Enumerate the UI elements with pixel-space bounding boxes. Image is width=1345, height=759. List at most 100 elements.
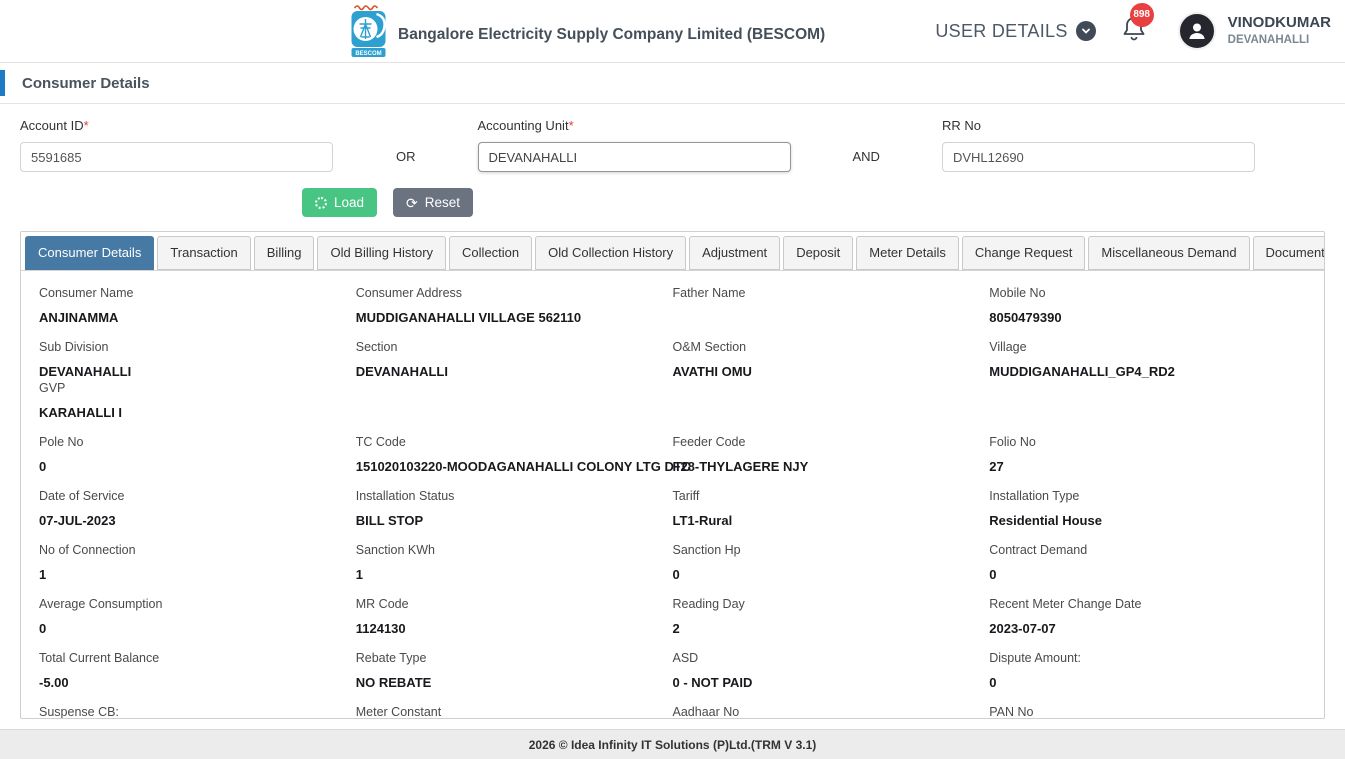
field-label: Consumer Address xyxy=(355,286,463,300)
field-mr-code: MR Code 1124130 xyxy=(356,584,673,638)
details-row: No of Connection 1 Sanction KWh 1 Sanction H… xyxy=(39,530,1306,584)
top-header: BESCOM Bangalore Electricity Supply Comp… xyxy=(0,0,1345,62)
field-value: Residential House xyxy=(989,513,1102,528)
field-tariff: Tariff LT1-Rural xyxy=(673,476,990,530)
accounting-unit-label: Accounting Unit* xyxy=(477,118,574,133)
field-value: 1 xyxy=(355,567,363,582)
account-id-label: Account ID* xyxy=(20,118,89,133)
field-folio-no: Folio No 27 xyxy=(989,422,1306,476)
field-value: 8050479390 xyxy=(989,310,1062,325)
field-meter-constant: Meter Constant xyxy=(356,692,673,718)
tab-transaction[interactable]: Transaction xyxy=(157,236,251,270)
rr-no-input[interactable] xyxy=(941,142,1255,172)
field-label: O&M Section xyxy=(672,340,747,354)
field-value: NO REBATE xyxy=(355,675,432,690)
tab-documents[interactable]: Documents xyxy=(1252,236,1324,270)
tab-miscellaneous-demand[interactable]: Miscellaneous Demand xyxy=(1088,236,1250,270)
tab-adjustment[interactable]: Adjustment xyxy=(689,236,781,270)
field-label: Sanction Hp xyxy=(672,543,741,557)
field-value: 0 - NOT PAID xyxy=(672,675,753,690)
chevron-down-icon xyxy=(1075,21,1096,41)
field-contract-demand: Contract Demand 0 xyxy=(989,530,1306,584)
reset-button[interactable]: ⟳ Reset xyxy=(393,188,474,217)
tab-meter-details[interactable]: Meter Details xyxy=(856,236,959,270)
field-value: 1124130 xyxy=(355,621,406,636)
field-label: Average Consumption xyxy=(39,597,163,611)
field-value: 2023-07-07 xyxy=(989,621,1056,636)
field-label: Father Name xyxy=(672,286,746,300)
field-value: 0 xyxy=(989,567,997,582)
field-label: Installation Type xyxy=(989,489,1080,503)
or-label: OR xyxy=(396,148,416,164)
field-suspense-cb: Suspense CB: xyxy=(39,692,356,719)
accent-bar xyxy=(0,70,5,96)
field-label: Suspense CB: xyxy=(39,705,119,719)
field-label: Contract Demand xyxy=(989,543,1088,557)
tab-change-request[interactable]: Change Request xyxy=(961,236,1086,270)
field-no-of-connection: No of Connection 1 xyxy=(39,530,356,584)
field-village: Village MUDDIGANAHALLI_GP4_RD2 xyxy=(989,327,1306,422)
field-label: Mobile No xyxy=(989,286,1046,300)
details-row: Average Consumption 0 MR Code 1124130 Readin… xyxy=(39,584,1306,638)
field-sub-division: Sub Division DEVANAHALLI GVP KARAHALLI I xyxy=(39,327,356,422)
field-value xyxy=(673,310,980,325)
field-label: Recent Meter Change Date xyxy=(989,597,1142,611)
field-sanction-kwh: Sanction KWh 1 xyxy=(356,530,673,584)
rr-no-label: RR No xyxy=(941,118,981,133)
field-label: Tariff xyxy=(672,489,700,503)
details-grid: Consumer Name ANJINAMMA Consumer Address MU… xyxy=(21,271,1324,719)
spinner-icon xyxy=(314,196,327,209)
avatar[interactable] xyxy=(1177,12,1216,50)
field-label: Total Current Balance xyxy=(39,651,160,665)
field-label: Feeder Code xyxy=(672,435,746,449)
details-row: Suspense CB: Meter Constant Aadhaar No PAN … xyxy=(39,692,1306,719)
field-value: ANJINAMMA xyxy=(39,310,119,325)
user-details-dropdown[interactable]: USER DETAILS xyxy=(935,21,1096,42)
footer: 2026 © Idea Infinity IT Solutions (P)Ltd… xyxy=(0,729,1345,759)
field-label: Section xyxy=(355,340,398,354)
account-id-input[interactable] xyxy=(20,142,333,172)
field-pan-no: PAN No xyxy=(989,692,1306,719)
tab-billing[interactable]: Billing xyxy=(253,236,315,270)
refresh-icon: ⟳ xyxy=(406,194,418,211)
field-pole-no: Pole No 0 xyxy=(39,422,356,476)
field-label: No of Connection xyxy=(39,543,136,557)
details-row: Consumer Name ANJINAMMA Consumer Address MU… xyxy=(39,273,1306,327)
notification-bell[interactable]: 898 xyxy=(1122,2,1154,48)
field-label: Folio No xyxy=(989,435,1036,449)
field-value: -5.00 xyxy=(39,675,69,690)
field-label: PAN No xyxy=(989,705,1034,719)
field-label: Sub Division xyxy=(39,340,109,354)
tabs: Consumer Details Transaction Billing Old Bi… xyxy=(21,232,1324,271)
field-total-current-balance: Total Current Balance -5.00 xyxy=(39,638,356,692)
field-average-consumption: Average Consumption 0 xyxy=(39,584,356,638)
tab-consumer-details[interactable]: Consumer Details xyxy=(25,236,155,270)
field-value: MUDDIGANAHALLI_GP4_RD2 xyxy=(989,364,1175,379)
field-value: 1 xyxy=(39,567,47,582)
field-rebate-type: Rebate Type NO REBATE xyxy=(356,638,673,692)
field-label: Sanction KWh xyxy=(355,543,435,557)
field-sublabel-gvp: GVP xyxy=(39,381,66,395)
copyright-text: 2026 © Idea Infinity IT Solutions (P)Ltd… xyxy=(528,737,817,752)
tab-old-collection-history[interactable]: Old Collection History xyxy=(535,236,687,270)
person-icon xyxy=(1189,23,1205,39)
page-title: Consumer Details xyxy=(22,74,150,92)
tab-deposit[interactable]: Deposit xyxy=(783,236,854,270)
field-label: Reading Day xyxy=(672,597,745,611)
load-button[interactable]: Load xyxy=(301,188,378,217)
field-consumer-name: Consumer Name ANJINAMMA xyxy=(39,273,356,327)
tab-old-billing-history[interactable]: Old Billing History xyxy=(317,236,447,270)
bescom-logo-icon: BESCOM xyxy=(348,4,388,58)
field-label: Village xyxy=(989,340,1027,354)
field-label: Pole No xyxy=(39,435,84,449)
field-value: 0 xyxy=(39,459,47,474)
field-installation-status: Installation Status BILL STOP xyxy=(356,476,673,530)
field-reading-day: Reading Day 2 xyxy=(673,584,990,638)
notification-badge: 898 xyxy=(1129,2,1154,27)
field-value: AVATHI OMU xyxy=(672,364,752,379)
field-value: MUDDIGANAHALLI VILLAGE 562110 xyxy=(355,310,582,325)
tab-collection[interactable]: Collection xyxy=(449,236,533,270)
accounting-unit-input[interactable] xyxy=(477,142,791,172)
search-form: Account ID* OR Accounting Unit* AND RR N… xyxy=(0,104,1345,217)
app-title: Bangalore Electricity Supply Company Lim… xyxy=(398,26,826,43)
